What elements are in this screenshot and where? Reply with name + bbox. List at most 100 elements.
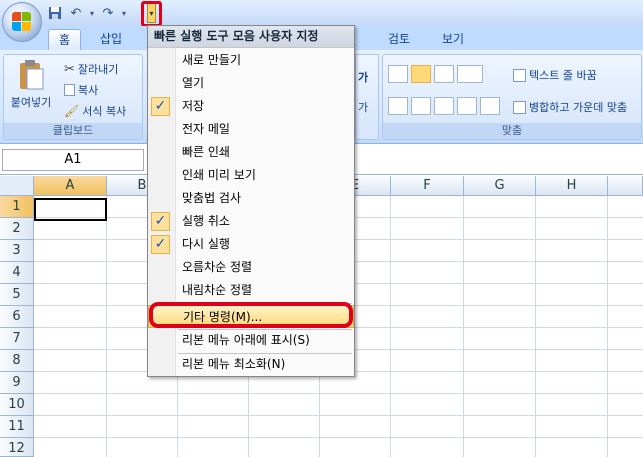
align-buttons-top bbox=[388, 65, 483, 83]
grid-line bbox=[34, 393, 643, 394]
save-icon[interactable] bbox=[46, 4, 64, 22]
menu-item-label: 빠른 인쇄 bbox=[182, 145, 230, 159]
undo-dropdown-icon[interactable]: ▾ bbox=[88, 4, 96, 22]
highlight-box-dropdown bbox=[141, 1, 162, 27]
name-box[interactable]: A1 bbox=[2, 149, 144, 171]
column-header-partial[interactable] bbox=[608, 176, 643, 196]
cut-button[interactable]: ✂ 잘라내기 bbox=[64, 61, 118, 77]
menu-item-label: 리본 메뉴 최소화(N) bbox=[182, 357, 286, 371]
undo-icon[interactable]: ↶ bbox=[67, 4, 85, 22]
menu-item-minimize-ribbon[interactable]: 리본 메뉴 최소화(N) bbox=[148, 353, 354, 376]
font-color-glyph[interactable]: 가 bbox=[358, 99, 368, 115]
wrap-text-button[interactable]: 텍스트 줄 바꿈 bbox=[513, 67, 597, 83]
menu-item-label: 인쇄 미리 보기 bbox=[182, 168, 256, 182]
align-right-icon[interactable] bbox=[434, 97, 454, 115]
row-header[interactable]: 6 bbox=[0, 306, 34, 328]
menu-item-label: 맞춤법 검사 bbox=[182, 191, 242, 205]
format-painter-button[interactable]: 🖌 서식 복사 bbox=[64, 103, 126, 119]
menu-item-label: 실행 취소 bbox=[182, 214, 230, 228]
menu-item-open[interactable]: 열기 bbox=[148, 72, 354, 95]
menu-item-new[interactable]: 새로 만들기 bbox=[148, 49, 354, 72]
select-all-corner[interactable] bbox=[0, 176, 34, 196]
active-cell-a1[interactable] bbox=[34, 198, 107, 221]
menu-item-label: 다시 실행 bbox=[182, 237, 230, 251]
menu-item-label: 새로 만들기 bbox=[182, 53, 242, 67]
row-header[interactable]: 5 bbox=[0, 284, 34, 306]
checkmark-icon: ✓ bbox=[151, 212, 170, 231]
tab-view[interactable]: 보기 bbox=[432, 29, 474, 50]
font-size-glyph[interactable]: 가 bbox=[358, 69, 368, 85]
column-header[interactable]: G bbox=[464, 176, 536, 196]
redo-icon[interactable]: ↷ bbox=[99, 4, 117, 22]
row-header[interactable]: 3 bbox=[0, 240, 34, 262]
row-header[interactable]: 7 bbox=[0, 328, 34, 350]
column-header[interactable]: H bbox=[536, 176, 608, 196]
menu-item-email[interactable]: 전자 메일 bbox=[148, 118, 354, 141]
align-left-icon[interactable] bbox=[388, 97, 408, 115]
font-group-edge: 가 가 bbox=[355, 54, 379, 140]
brush-icon: 🖌 bbox=[64, 104, 80, 118]
merge-center-icon bbox=[513, 100, 526, 114]
tab-home[interactable]: 홈 bbox=[48, 29, 82, 50]
paste-icon bbox=[20, 60, 44, 90]
merge-center-label: 병합하고 가운데 맞춤 bbox=[529, 101, 628, 114]
copy-button[interactable]: 복사 bbox=[64, 82, 98, 98]
clipboard-group: 붙여넣기 ✂ 잘라내기 복사 🖌 서식 복사 클립보드 bbox=[3, 54, 143, 140]
office-logo-icon bbox=[12, 12, 32, 32]
menu-item-label: 리본 메뉴 아래에 표시(S) bbox=[182, 333, 310, 347]
align-center-icon[interactable] bbox=[411, 97, 431, 115]
row-header[interactable]: 11 bbox=[0, 416, 34, 438]
align-buttons-bottom bbox=[388, 97, 500, 115]
menu-item-label: 열기 bbox=[182, 76, 205, 90]
menu-item-show-below-ribbon[interactable]: 리본 메뉴 아래에 표시(S) bbox=[148, 329, 354, 352]
tab-insert[interactable]: 삽입 bbox=[90, 29, 132, 50]
scissors-icon: ✂ bbox=[64, 61, 75, 77]
column-header[interactable]: A bbox=[34, 176, 107, 196]
row-header[interactable]: 9 bbox=[0, 372, 34, 394]
menu-item-undo[interactable]: ✓ 실행 취소 bbox=[148, 210, 354, 233]
redo-dropdown-icon[interactable]: ▾ bbox=[120, 4, 128, 22]
menu-item-quick-print[interactable]: 빠른 인쇄 bbox=[148, 141, 354, 164]
align-bottom-icon[interactable] bbox=[434, 65, 454, 83]
quick-access-toolbar: ↶ ▾ ↷ ▾ bbox=[46, 3, 128, 23]
menu-item-print-preview[interactable]: 인쇄 미리 보기 bbox=[148, 164, 354, 187]
paste-button[interactable]: 붙여넣기 bbox=[8, 59, 54, 110]
cut-label: 잘라내기 bbox=[77, 63, 119, 76]
menu-item-sort-ascending[interactable]: 오름차순 정렬 bbox=[148, 256, 354, 279]
orientation-icon[interactable] bbox=[457, 65, 483, 83]
decrease-indent-icon[interactable] bbox=[457, 97, 477, 115]
menu-item-label: 오름차순 정렬 bbox=[182, 260, 253, 274]
align-middle-icon[interactable] bbox=[411, 65, 431, 83]
row-header[interactable]: 8 bbox=[0, 350, 34, 372]
checkmark-icon: ✓ bbox=[151, 97, 170, 116]
align-top-icon[interactable] bbox=[388, 65, 408, 83]
office-button[interactable] bbox=[2, 2, 42, 42]
menu-item-sort-descending[interactable]: 내림차순 정렬 bbox=[148, 279, 354, 302]
clipboard-group-label: 클립보드 bbox=[4, 123, 142, 139]
wrap-text-icon bbox=[513, 68, 526, 82]
menu-item-label: 내림차순 정렬 bbox=[182, 283, 253, 297]
checkmark-icon: ✓ bbox=[151, 235, 170, 254]
row-header[interactable]: 12 bbox=[0, 438, 34, 457]
menu-item-save[interactable]: ✓ 저장 bbox=[148, 95, 354, 118]
paste-label: 붙여넣기 bbox=[10, 96, 52, 109]
menu-item-label: 저장 bbox=[182, 99, 205, 113]
row-header[interactable]: 10 bbox=[0, 394, 34, 416]
row-header[interactable]: 4 bbox=[0, 262, 34, 284]
alignment-group-label: 맞춤 bbox=[383, 123, 641, 139]
row-header[interactable]: 1 bbox=[0, 196, 34, 218]
highlight-box-more-commands bbox=[149, 302, 353, 328]
column-header[interactable]: F bbox=[391, 176, 464, 196]
wrap-text-label: 텍스트 줄 바꿈 bbox=[529, 69, 597, 82]
menu-item-redo[interactable]: ✓ 다시 실행 bbox=[148, 233, 354, 256]
menu-title: 빠른 실행 도구 모음 사용자 지정 bbox=[148, 26, 354, 48]
merge-center-button[interactable]: 병합하고 가운데 맞춤 bbox=[513, 99, 627, 115]
tab-review[interactable]: 검토 bbox=[378, 29, 420, 50]
copy-icon bbox=[64, 84, 75, 96]
format-painter-label: 서식 복사 bbox=[82, 105, 127, 118]
alignment-group: 텍스트 줄 바꿈 병합하고 가운데 맞춤 맞춤 bbox=[382, 54, 642, 140]
menu-item-spelling[interactable]: 맞춤법 검사 bbox=[148, 187, 354, 210]
copy-label: 복사 bbox=[78, 84, 99, 97]
row-header[interactable]: 2 bbox=[0, 218, 34, 240]
increase-indent-icon[interactable] bbox=[480, 97, 500, 115]
